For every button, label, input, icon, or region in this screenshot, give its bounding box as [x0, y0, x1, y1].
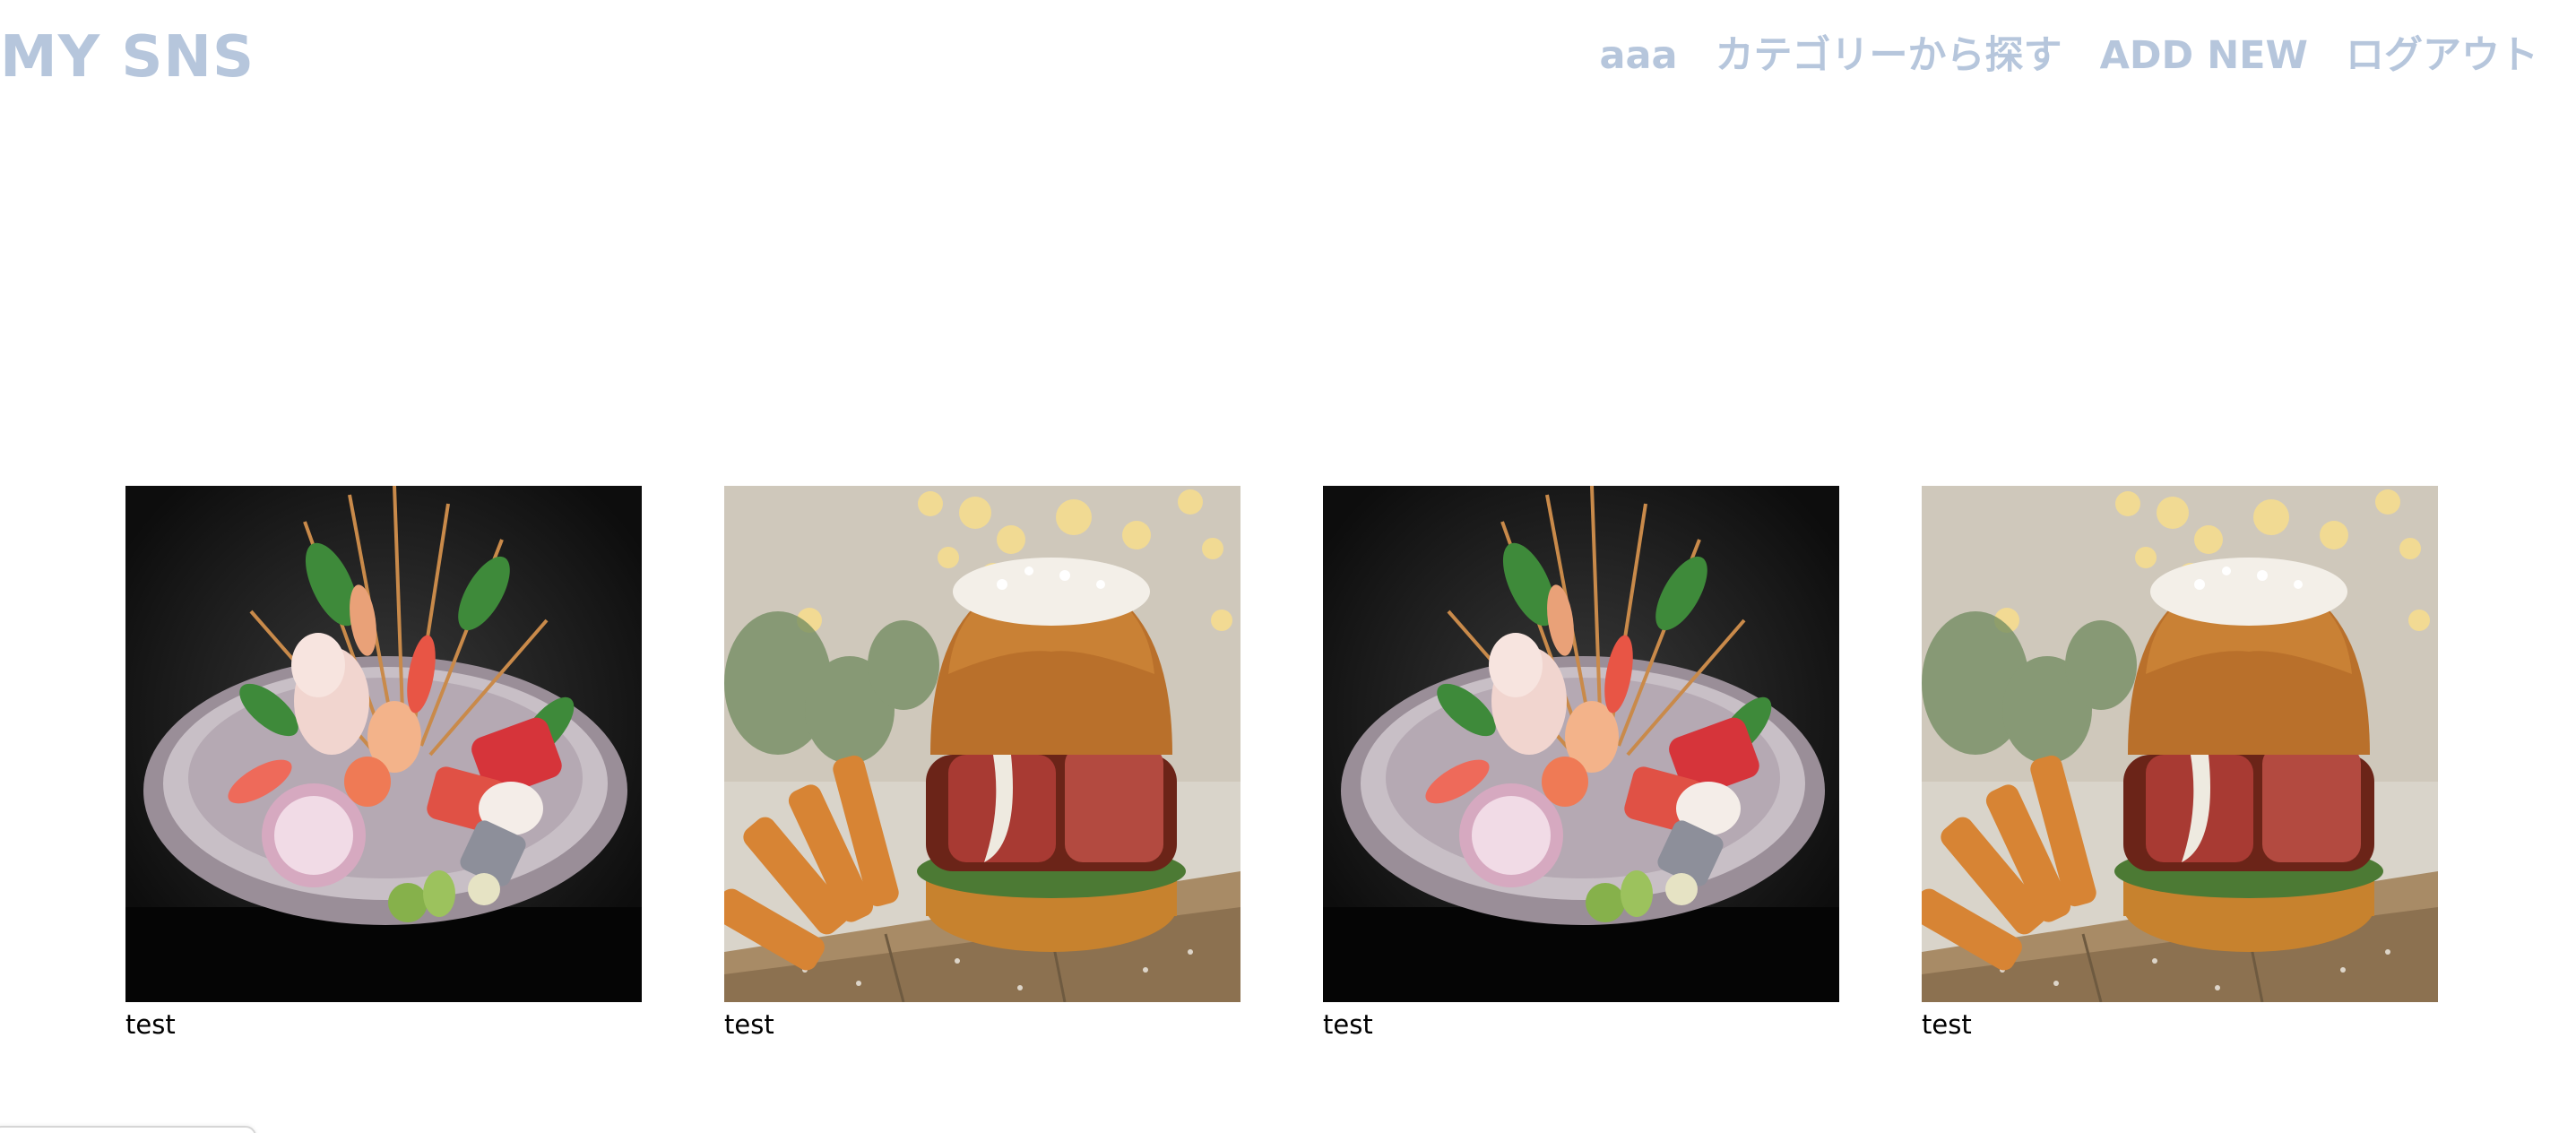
post-title: test — [1922, 1009, 1972, 1040]
post-title: test — [1323, 1009, 1373, 1040]
page: MY SNS aaa カテゴリーから探す ADD NEW ログアウト test … — [0, 0, 2576, 1133]
post-image-hamburger[interactable] — [1922, 486, 2438, 1002]
post-image-sashimi[interactable] — [1323, 486, 1839, 1002]
post-title: test — [724, 1009, 774, 1040]
nav-add-new-link[interactable]: ADD NEW — [2100, 27, 2308, 84]
post-card[interactable]: test — [724, 486, 1240, 1042]
post-card[interactable]: test — [125, 486, 642, 1042]
site-logo[interactable]: MY SNS — [0, 20, 255, 95]
nav-category-search-link[interactable]: カテゴリーから探す — [1716, 27, 2062, 84]
post-card[interactable]: test — [1922, 486, 2438, 1042]
nav-user-link[interactable]: aaa — [1600, 27, 1678, 84]
header-nav: aaa カテゴリーから探す ADD NEW ログアウト — [1600, 27, 2539, 84]
post-image-sashimi[interactable] — [125, 486, 642, 1002]
post-card[interactable]: test — [1323, 486, 1839, 1042]
post-image-hamburger[interactable] — [724, 486, 1240, 1002]
post-title: test — [125, 1009, 176, 1040]
post-grid: test test test test — [125, 486, 2438, 1042]
nav-logout-link[interactable]: ログアウト — [2346, 27, 2538, 84]
bottom-corner-widget[interactable] — [0, 1126, 256, 1133]
